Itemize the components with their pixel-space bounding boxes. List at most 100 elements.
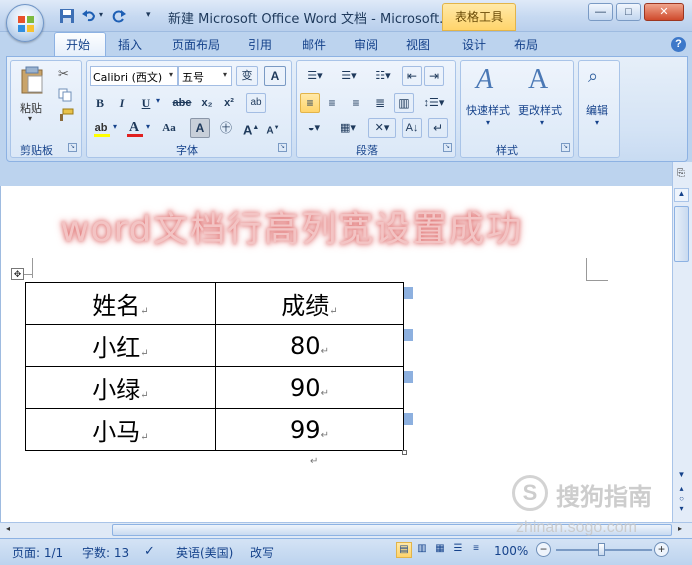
zoom-level[interactable]: 100%: [494, 544, 528, 558]
change-case-icon[interactable]: ab: [246, 93, 266, 113]
shrink-font-button[interactable]: A▼: [264, 118, 282, 138]
next-page-icon[interactable]: ▾: [674, 504, 689, 514]
font-name-select[interactable]: Calibri (西文) ▾: [90, 66, 178, 86]
justify-button[interactable]: ≣: [370, 93, 390, 113]
tab-view[interactable]: 视图: [406, 36, 430, 53]
minimize-button[interactable]: —: [588, 3, 613, 21]
help-icon[interactable]: ?: [671, 37, 686, 52]
table-cell[interactable]: 小绿↵: [25, 366, 216, 409]
redo-icon[interactable]: [110, 8, 128, 24]
table-move-handle-icon[interactable]: ✥: [11, 268, 24, 280]
shading-button[interactable]: ◒▾: [300, 118, 328, 138]
enclose-char-button[interactable]: ㊉: [216, 118, 236, 138]
proofing-icon[interactable]: ✓: [144, 544, 155, 559]
zoom-out-icon[interactable]: −: [536, 542, 551, 557]
scroll-down-icon[interactable]: ▼: [674, 470, 689, 484]
prev-page-icon[interactable]: ▴: [674, 484, 689, 494]
customize-qat-icon[interactable]: ▾: [146, 9, 151, 20]
bold-button[interactable]: B: [92, 93, 108, 113]
line-spacing-button[interactable]: ↕☰▾: [420, 93, 448, 113]
word-count[interactable]: 字数: 13: [82, 544, 129, 561]
print-layout-icon[interactable]: ▤: [396, 542, 412, 558]
case-button[interactable]: Aa: [156, 118, 182, 138]
overtype-mode[interactable]: 改写: [250, 544, 274, 561]
decrease-indent-button[interactable]: ⇤: [402, 66, 422, 86]
sort-button[interactable]: A↓: [402, 118, 422, 138]
page-count[interactable]: 页面: 1/1: [12, 544, 63, 561]
align-right-button[interactable]: ≡: [346, 93, 366, 113]
align-left-button[interactable]: ≡: [300, 93, 320, 113]
table-cell[interactable]: 小红↵: [25, 324, 216, 367]
tab-insert[interactable]: 插入: [118, 36, 142, 53]
borders-button[interactable]: ▦▾: [334, 118, 362, 138]
underline-dropdown-icon[interactable]: ▾: [156, 96, 160, 105]
char-shading-button[interactable]: A: [190, 118, 210, 138]
tab-page-layout[interactable]: 页面布局: [172, 36, 220, 53]
clear-format-button[interactable]: 变: [236, 66, 258, 86]
tab-mailings[interactable]: 邮件: [302, 36, 326, 53]
outline-icon[interactable]: ☰: [450, 542, 466, 558]
tab-design[interactable]: 设计: [462, 36, 486, 53]
format-painter-icon[interactable]: [58, 108, 74, 122]
subscript-button[interactable]: x₂: [198, 93, 216, 113]
table-cell[interactable]: 90↵: [215, 366, 404, 409]
full-screen-reading-icon[interactable]: ▥: [414, 542, 430, 558]
highlight-button[interactable]: ab: [90, 118, 112, 138]
scroll-right-icon[interactable]: ▸: [674, 524, 686, 536]
zoom-in-icon[interactable]: +: [654, 542, 669, 557]
tab-references[interactable]: 引用: [248, 36, 272, 53]
office-button[interactable]: [6, 4, 44, 42]
font-size-select[interactable]: 五号 ▾: [178, 66, 232, 86]
paste-button[interactable]: 粘贴 ▾: [16, 66, 48, 124]
copy-icon[interactable]: [58, 88, 72, 102]
change-styles-button[interactable]: A 更改样式 ▾: [516, 64, 570, 134]
web-layout-icon[interactable]: ▦: [432, 542, 448, 558]
highlight-dropdown-icon[interactable]: ▾: [113, 122, 117, 131]
quick-styles-button[interactable]: A 快速样式 ▾: [464, 64, 516, 134]
zoom-slider-thumb[interactable]: [598, 543, 605, 556]
vertical-scroll-thumb[interactable]: [674, 206, 689, 262]
editing-button[interactable]: ⌕ 编辑 ▾: [582, 64, 616, 134]
tab-layout[interactable]: 布局: [514, 36, 538, 53]
table-cell[interactable]: 姓名↵: [25, 282, 216, 325]
superscript-button[interactable]: x²: [220, 93, 238, 113]
data-table[interactable]: 姓名↵ 成绩↵ 小红↵ 80↵ 小绿↵ 90↵ 小马↵ 99↵: [25, 282, 404, 451]
align-center-button[interactable]: ≡: [322, 93, 342, 113]
font-launcher-icon[interactable]: ↘: [278, 143, 287, 152]
grow-font-button[interactable]: A▲: [242, 118, 260, 138]
cut-icon[interactable]: ✂: [58, 66, 69, 82]
multilevel-list-button[interactable]: ☷▾: [368, 66, 398, 86]
paragraph-launcher-icon[interactable]: ↘: [443, 143, 452, 152]
table-resize-handle-icon[interactable]: [402, 450, 407, 455]
styles-launcher-icon[interactable]: ↘: [561, 143, 570, 152]
draft-icon[interactable]: ≡: [468, 542, 484, 558]
table-cell[interactable]: 99↵: [215, 408, 404, 451]
ruler-toggle-icon[interactable]: ⎘: [674, 168, 688, 184]
increase-indent-button[interactable]: ⇥: [424, 66, 444, 86]
distributed-button[interactable]: ▥: [394, 93, 414, 113]
close-button[interactable]: ✕: [644, 3, 684, 21]
clipboard-launcher-icon[interactable]: ↘: [68, 143, 77, 152]
tab-review[interactable]: 审阅: [354, 36, 378, 53]
scroll-up-icon[interactable]: ▲: [674, 188, 689, 202]
language-status[interactable]: 英语(美国): [176, 544, 233, 561]
undo-icon[interactable]: [80, 8, 98, 24]
maximize-button[interactable]: □: [616, 3, 641, 21]
chinese-layout-button[interactable]: ✕▾: [368, 118, 396, 138]
char-border-button[interactable]: A: [264, 66, 286, 86]
font-color-button[interactable]: A: [124, 118, 144, 138]
table-cell[interactable]: 小马↵: [25, 408, 216, 451]
font-color-dropdown-icon[interactable]: ▾: [146, 122, 150, 131]
table-cell[interactable]: 成绩↵: [215, 282, 404, 325]
italic-button[interactable]: I: [114, 93, 130, 113]
scroll-left-icon[interactable]: ◂: [2, 524, 14, 536]
tab-home[interactable]: 开始: [66, 36, 90, 53]
browse-object-icon[interactable]: ○: [674, 494, 689, 504]
show-marks-button[interactable]: ↵: [428, 118, 448, 138]
underline-button[interactable]: U: [138, 93, 154, 113]
strikethrough-button[interactable]: abe: [170, 93, 194, 113]
bullets-button[interactable]: ☰▾: [300, 66, 330, 86]
table-cell[interactable]: 80↵: [215, 324, 404, 367]
numbering-button[interactable]: ☰▾: [334, 66, 364, 86]
save-icon[interactable]: [58, 8, 76, 24]
